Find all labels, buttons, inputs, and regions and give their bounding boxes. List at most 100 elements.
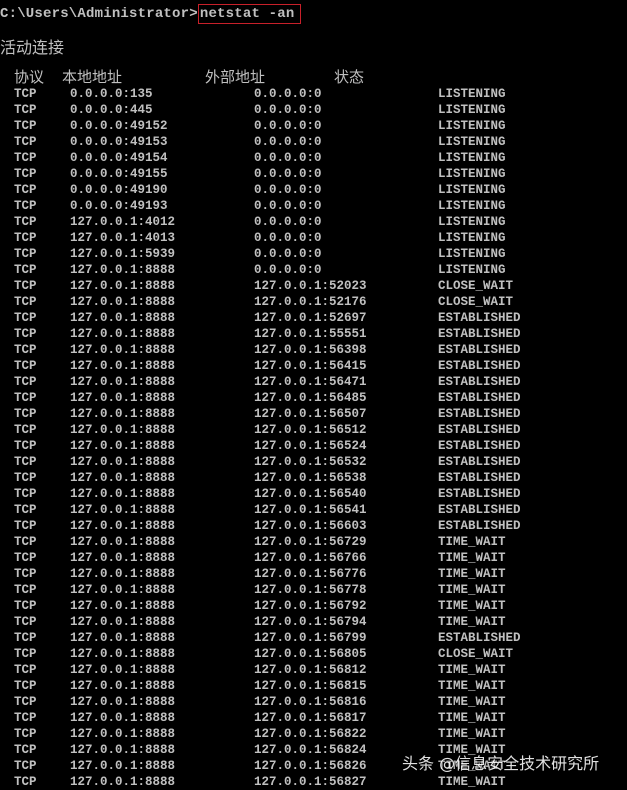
- state-cell: ESTABLISHED: [438, 631, 521, 645]
- table-row: TCP 0.0.0.0:49152 0.0.0.0:0 LISTENING: [0, 118, 627, 134]
- protocol-cell: TCP: [14, 407, 37, 421]
- table-row: TCP 0.0.0.0:49190 0.0.0.0:0 LISTENING: [0, 182, 627, 198]
- local-address-cell: 127.0.0.1:8888: [70, 519, 176, 533]
- foreign-address-cell: 127.0.0.1:56507: [254, 407, 367, 421]
- foreign-address-cell: 127.0.0.1:56512: [254, 423, 367, 437]
- state-cell: TIME_WAIT: [438, 535, 506, 549]
- table-header: 协议 本地地址 外部地址 状态: [0, 66, 627, 86]
- protocol-cell: TCP: [14, 231, 37, 245]
- local-address-cell: 127.0.0.1:8888: [70, 359, 176, 373]
- foreign-address-cell: 127.0.0.1:56603: [254, 519, 367, 533]
- table-row: TCP 127.0.0.1:8888 127.0.0.1:56540 ESTABLIS…: [0, 486, 627, 502]
- state-cell: LISTENING: [438, 247, 506, 261]
- console-window[interactable]: C:\Users\Administrator> netstat -an 活动连接 …: [0, 0, 627, 789]
- table-row: TCP 0.0.0.0:135 0.0.0.0:0 LISTENING: [0, 86, 627, 102]
- table-row: TCP 127.0.0.1:8888 127.0.0.1:56512 ESTABLIS…: [0, 422, 627, 438]
- foreign-address-cell: 127.0.0.1:52023: [254, 279, 367, 293]
- state-cell: ESTABLISHED: [438, 519, 521, 533]
- foreign-address-cell: 127.0.0.1:56826: [254, 759, 367, 773]
- table-row: TCP 127.0.0.1:8888 127.0.0.1:52697 ESTABLIS…: [0, 310, 627, 326]
- protocol-cell: TCP: [14, 87, 37, 101]
- protocol-cell: TCP: [14, 615, 37, 629]
- local-address-cell: 0.0.0.0:49155: [70, 167, 168, 181]
- table-row: TCP 127.0.0.1:8888 127.0.0.1:56524 ESTABLIS…: [0, 438, 627, 454]
- foreign-address-cell: 127.0.0.1:56776: [254, 567, 367, 581]
- state-cell: ESTABLISHED: [438, 327, 521, 341]
- active-connections-title: 活动连接: [0, 38, 65, 57]
- protocol-cell: TCP: [14, 151, 37, 165]
- state-cell: ESTABLISHED: [438, 391, 521, 405]
- protocol-cell: TCP: [14, 583, 37, 597]
- prompt-path: C:\Users\Administrator>: [0, 6, 198, 22]
- state-cell: LISTENING: [438, 119, 506, 133]
- table-row: TCP 127.0.0.1:8888 127.0.0.1:56538 ESTABLIS…: [0, 470, 627, 486]
- local-address-cell: 0.0.0.0:135: [70, 87, 153, 101]
- local-address-cell: 127.0.0.1:8888: [70, 663, 176, 677]
- table-row: TCP 127.0.0.1:8888 127.0.0.1:56603 ESTABLIS…: [0, 518, 627, 534]
- local-address-cell: 0.0.0.0:49152: [70, 119, 168, 133]
- state-cell: LISTENING: [438, 167, 506, 181]
- local-address-cell: 127.0.0.1:8888: [70, 295, 176, 309]
- state-cell: ESTABLISHED: [438, 343, 521, 357]
- table-row: TCP 127.0.0.1:8888 127.0.0.1:56778 TIME_WAI…: [0, 582, 627, 598]
- foreign-address-cell: 127.0.0.1:56538: [254, 471, 367, 485]
- foreign-address-cell: 127.0.0.1:52176: [254, 295, 367, 309]
- protocol-cell: TCP: [14, 743, 37, 757]
- table-row: TCP 127.0.0.1:8888 127.0.0.1:56794 TIME_WAI…: [0, 614, 627, 630]
- state-cell: TIME_WAIT: [438, 679, 506, 693]
- protocol-cell: TCP: [14, 183, 37, 197]
- local-address-cell: 127.0.0.1:8888: [70, 535, 176, 549]
- protocol-cell: TCP: [14, 135, 37, 149]
- protocol-cell: TCP: [14, 423, 37, 437]
- state-cell: ESTABLISHED: [438, 471, 521, 485]
- protocol-cell: TCP: [14, 343, 37, 357]
- table-row: TCP 127.0.0.1:8888 127.0.0.1:56815 TIME_WAI…: [0, 678, 627, 694]
- protocol-cell: TCP: [14, 455, 37, 469]
- table-row: TCP 0.0.0.0:49155 0.0.0.0:0 LISTENING: [0, 166, 627, 182]
- state-cell: LISTENING: [438, 103, 506, 117]
- table-row: TCP 0.0.0.0:49154 0.0.0.0:0 LISTENING: [0, 150, 627, 166]
- local-address-cell: 127.0.0.1:8888: [70, 391, 176, 405]
- foreign-address-cell: 0.0.0.0:0: [254, 199, 322, 213]
- command-highlight: netstat -an: [197, 4, 302, 24]
- foreign-address-cell: 127.0.0.1:56822: [254, 727, 367, 741]
- local-address-cell: 127.0.0.1:5939: [70, 247, 176, 261]
- state-cell: CLOSE_WAIT: [438, 647, 514, 661]
- local-address-cell: 127.0.0.1:8888: [70, 583, 176, 597]
- protocol-cell: TCP: [14, 551, 37, 565]
- foreign-address-cell: 127.0.0.1:56766: [254, 551, 367, 565]
- protocol-cell: TCP: [14, 327, 37, 341]
- state-cell: TIME_WAIT: [438, 695, 506, 709]
- protocol-cell: TCP: [14, 439, 37, 453]
- protocol-cell: TCP: [14, 599, 37, 613]
- table-row: TCP 127.0.0.1:8888 127.0.0.1:56507 ESTABLIS…: [0, 406, 627, 422]
- protocol-cell: TCP: [14, 487, 37, 501]
- local-address-cell: 127.0.0.1:8888: [70, 711, 176, 725]
- local-address-cell: 127.0.0.1:8888: [70, 375, 176, 389]
- state-cell: LISTENING: [438, 215, 506, 229]
- foreign-address-cell: 127.0.0.1:56415: [254, 359, 367, 373]
- table-row: TCP 127.0.0.1:8888 127.0.0.1:56776 TIME_WAI…: [0, 566, 627, 582]
- table-row: TCP 127.0.0.1:4012 0.0.0.0:0 LISTENING: [0, 214, 627, 230]
- state-cell: ESTABLISHED: [438, 311, 521, 325]
- state-cell: TIME_WAIT: [438, 567, 506, 581]
- foreign-address-cell: 127.0.0.1:52697: [254, 311, 367, 325]
- table-row: TCP 127.0.0.1:8888 127.0.0.1:56812 TIME_WAI…: [0, 662, 627, 678]
- table-row: TCP 127.0.0.1:8888 127.0.0.1:56799 ESTABLIS…: [0, 630, 627, 646]
- protocol-cell: TCP: [14, 535, 37, 549]
- foreign-address-cell: 127.0.0.1:56471: [254, 375, 367, 389]
- foreign-address-cell: 127.0.0.1:56824: [254, 743, 367, 757]
- foreign-address-cell: 127.0.0.1:56778: [254, 583, 367, 597]
- table-row: TCP 0.0.0.0:445 0.0.0.0:0 LISTENING: [0, 102, 627, 118]
- foreign-address-cell: 127.0.0.1:56398: [254, 343, 367, 357]
- table-row: TCP 0.0.0.0:49193 0.0.0.0:0 LISTENING: [0, 198, 627, 214]
- foreign-address-cell: 0.0.0.0:0: [254, 183, 322, 197]
- local-address-cell: 127.0.0.1:8888: [70, 599, 176, 613]
- protocol-cell: TCP: [14, 679, 37, 693]
- table-row: TCP 127.0.0.1:8888 127.0.0.1:56729 TIME_WAI…: [0, 534, 627, 550]
- table-row: TCP 127.0.0.1:8888 0.0.0.0:0 LISTENING: [0, 262, 627, 278]
- table-row: TCP 127.0.0.1:8888 127.0.0.1:52023 CLOSE_WA…: [0, 278, 627, 294]
- local-address-cell: 127.0.0.1:8888: [70, 407, 176, 421]
- table-row: TCP 127.0.0.1:8888 127.0.0.1:56805 CLOSE_WA…: [0, 646, 627, 662]
- local-address-cell: 127.0.0.1:8888: [70, 615, 176, 629]
